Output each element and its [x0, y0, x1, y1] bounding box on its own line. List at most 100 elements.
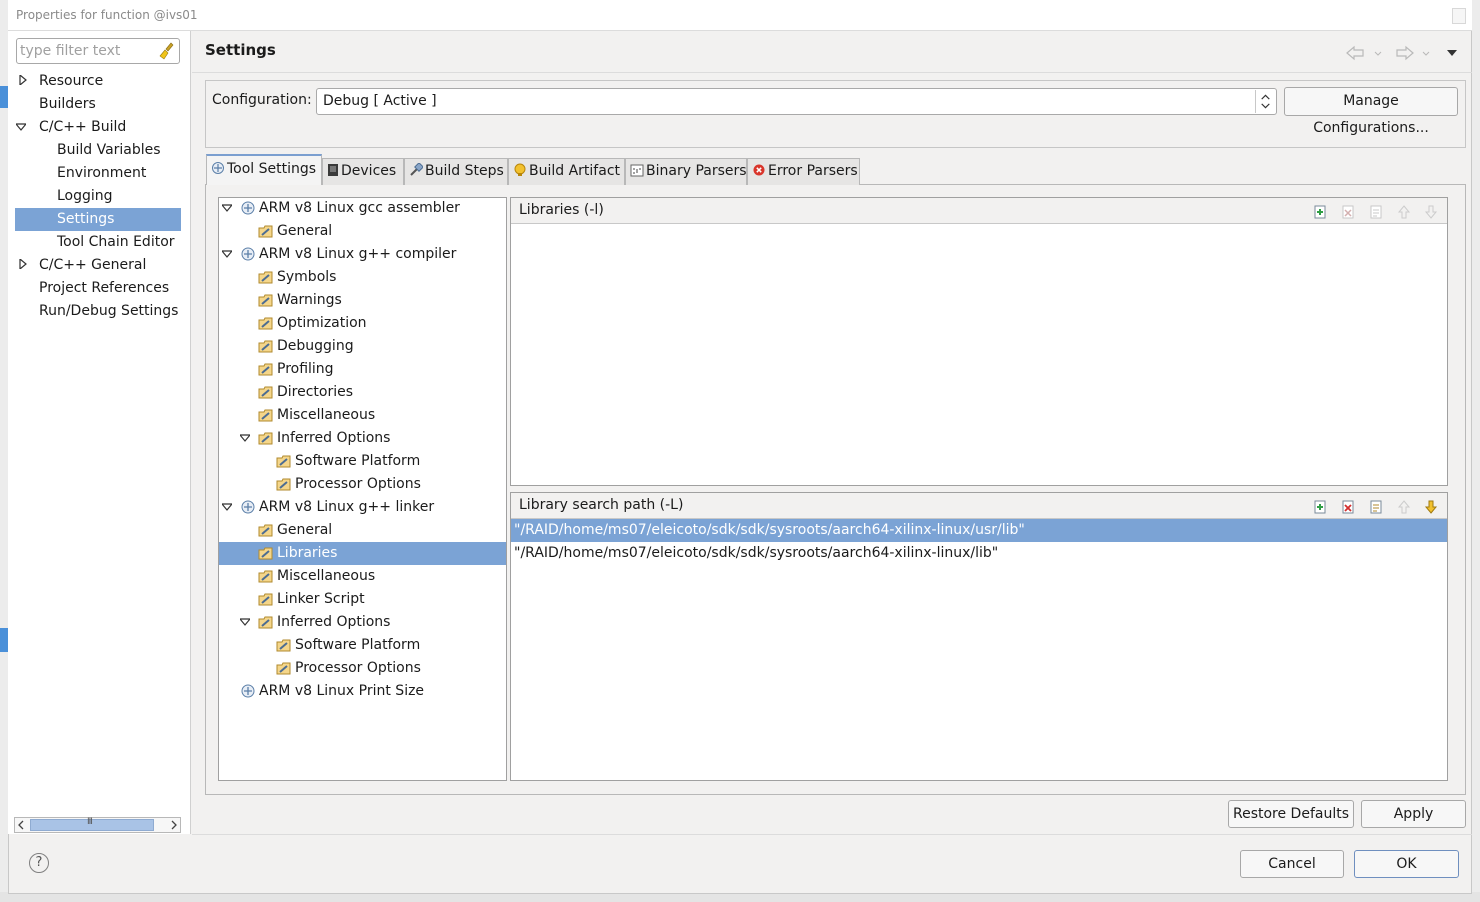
add-icon[interactable]	[1312, 499, 1328, 515]
tree-item[interactable]: Inferred Options	[277, 611, 390, 634]
expand-triangle-icon[interactable]	[18, 259, 28, 269]
libraries-list[interactable]: Libraries (-l)	[510, 197, 1448, 486]
tree-item[interactable]: Optimization	[277, 312, 367, 335]
nav-item-cpp-build[interactable]: C/C++ Build	[39, 116, 126, 139]
nav-item-logging[interactable]: Logging	[57, 185, 113, 208]
delete-icon[interactable]	[1340, 499, 1356, 515]
tab-label: Build Steps	[425, 163, 504, 179]
manage-configurations-button[interactable]: Manage Configurations...	[1284, 87, 1458, 136]
nav-item-resource[interactable]: Resource	[39, 70, 103, 93]
tree-item[interactable]: Warnings	[277, 289, 342, 312]
nav-item-settings[interactable]: Settings	[15, 208, 181, 231]
library-search-path-title: Library search path (-L)	[519, 497, 684, 513]
option-category-icon	[258, 225, 273, 238]
library-path-row[interactable]: "/RAID/home/ms07/eleicoto/sdk/sdk/sysroo…	[511, 542, 1447, 565]
tree-item[interactable]: ARM v8 Linux gcc assembler	[259, 197, 460, 220]
move-up-icon[interactable]	[1396, 204, 1412, 220]
nav-item-project-references[interactable]: Project References	[39, 277, 169, 300]
nav-item-builders[interactable]: Builders	[39, 93, 96, 116]
tree-item[interactable]: Profiling	[277, 358, 334, 381]
tab-devices[interactable]: Devices	[322, 158, 404, 185]
delete-icon[interactable]	[1340, 204, 1356, 220]
collapse-triangle-icon[interactable]	[240, 433, 250, 443]
edit-icon[interactable]	[1368, 499, 1384, 515]
option-category-icon	[258, 340, 273, 353]
option-category-icon	[258, 547, 273, 560]
nav-item-run-debug-settings[interactable]: Run/Debug Settings	[39, 300, 178, 323]
nav-item-tool-chain-editor[interactable]: Tool Chain Editor	[57, 231, 175, 254]
tab-tool-settings[interactable]: Tool Settings	[206, 154, 322, 185]
option-category-icon	[276, 639, 291, 652]
option-category-icon	[258, 593, 273, 606]
add-icon[interactable]	[1312, 204, 1328, 220]
configuration-label: Configuration:	[212, 92, 312, 108]
tree-item[interactable]: Software Platform	[295, 450, 420, 473]
tree-item[interactable]: Processor Options	[295, 657, 421, 680]
tab-error-parsers[interactable]: Error Parsers	[747, 158, 860, 185]
view-menu-icon[interactable]	[1447, 50, 1457, 56]
build-artifact-icon	[514, 163, 526, 176]
binary-parsers-icon	[630, 164, 644, 177]
move-down-icon[interactable]	[1423, 499, 1439, 515]
tree-item[interactable]: ARM v8 Linux g++ compiler	[259, 243, 456, 266]
scroll-left-icon[interactable]	[17, 820, 25, 830]
option-category-icon	[258, 432, 273, 445]
filter-input[interactable]	[20, 42, 158, 60]
tree-item[interactable]: General	[277, 220, 332, 243]
edit-icon[interactable]	[1368, 204, 1384, 220]
collapse-triangle-icon[interactable]	[222, 249, 232, 259]
tree-item[interactable]: General	[277, 519, 332, 542]
help-icon[interactable]: ?	[29, 853, 49, 873]
forward-dropdown-icon[interactable]	[1422, 51, 1430, 56]
scroll-right-icon[interactable]	[170, 820, 178, 830]
tree-item[interactable]: ARM v8 Linux Print Size	[259, 680, 424, 703]
tree-item-libraries[interactable]: Libraries	[277, 542, 337, 565]
tool-icon	[241, 247, 255, 261]
tree-item[interactable]: Directories	[277, 381, 353, 404]
collapse-triangle-icon[interactable]	[222, 203, 232, 213]
tree-item[interactable]: Inferred Options	[277, 427, 390, 450]
tab-binary-parsers[interactable]: Binary Parsers	[625, 158, 747, 185]
scrollbar-thumb[interactable]: III	[30, 817, 154, 831]
tree-item[interactable]: Miscellaneous	[277, 565, 375, 588]
tab-label: Tool Settings	[227, 161, 317, 177]
option-category-icon	[258, 616, 273, 629]
cancel-button[interactable]: Cancel	[1240, 850, 1344, 878]
option-category-icon	[276, 478, 291, 491]
option-category-icon	[258, 363, 273, 376]
tool-icon	[241, 201, 255, 215]
move-up-icon[interactable]	[1396, 499, 1412, 515]
option-category-icon	[258, 294, 273, 307]
apply-button[interactable]: Apply	[1361, 800, 1466, 828]
back-arrow-icon[interactable]	[1346, 45, 1364, 61]
collapse-triangle-icon[interactable]	[222, 502, 232, 512]
tree-item[interactable]: Processor Options	[295, 473, 421, 496]
tree-item[interactable]: Linker Script	[277, 588, 365, 611]
restore-defaults-button[interactable]: Restore Defaults	[1228, 800, 1354, 828]
library-search-path-list[interactable]: Library search path (-L) "/RAID/home/ms0…	[510, 492, 1448, 781]
nav-item-environment[interactable]: Environment	[57, 162, 146, 185]
nav-item-build-variables[interactable]: Build Variables	[57, 139, 161, 162]
collapse-triangle-icon[interactable]	[16, 122, 26, 132]
close-button[interactable]	[1452, 8, 1466, 24]
error-parsers-icon	[753, 164, 765, 176]
configuration-select[interactable]: Debug [ Active ]	[316, 88, 1277, 115]
nav-item-cpp-general[interactable]: C/C++ General	[39, 254, 146, 277]
library-path-row[interactable]: "/RAID/home/ms07/eleicoto/sdk/sdk/sysroo…	[511, 519, 1447, 542]
tree-item[interactable]: Software Platform	[295, 634, 420, 657]
move-down-icon[interactable]	[1423, 204, 1439, 220]
ok-button[interactable]: OK	[1354, 850, 1459, 878]
tree-item[interactable]: Symbols	[277, 266, 336, 289]
libraries-list-header: Libraries (-l)	[511, 198, 1447, 224]
tree-item[interactable]: Miscellaneous	[277, 404, 375, 427]
expand-triangle-icon[interactable]	[18, 75, 28, 85]
back-dropdown-icon[interactable]	[1374, 51, 1382, 56]
forward-arrow-icon[interactable]	[1396, 45, 1414, 61]
nav-horizontal-scrollbar[interactable]: III	[14, 817, 181, 833]
tab-build-artifact[interactable]: Build Artifact	[508, 158, 625, 185]
tree-item[interactable]: ARM v8 Linux g++ linker	[259, 496, 434, 519]
tab-build-steps[interactable]: Build Steps	[404, 158, 508, 185]
tree-item[interactable]: Debugging	[277, 335, 354, 358]
collapse-triangle-icon[interactable]	[240, 617, 250, 627]
clear-filter-icon[interactable]	[159, 42, 175, 60]
